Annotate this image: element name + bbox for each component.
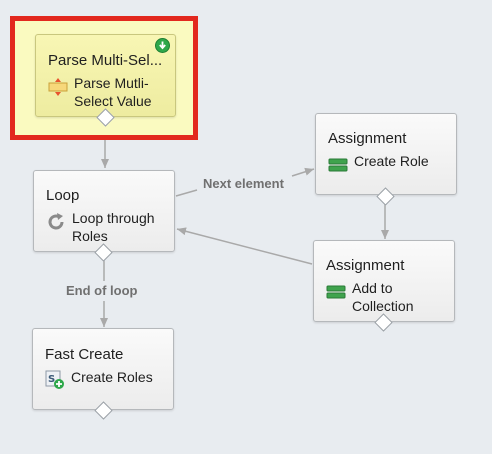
assignment-icon (328, 155, 348, 175)
node-loop[interactable]: Loop Loop through Roles (33, 170, 175, 252)
fast-create-icon: S (45, 370, 65, 390)
node-label-line1: Parse Mutli- (74, 75, 149, 91)
decision-icon (48, 77, 68, 97)
node-parse-multi-select[interactable]: Parse Multi-Sel... Parse Mutli- Select V… (35, 34, 176, 117)
start-element-icon (155, 38, 170, 53)
edge-label-end-of-loop: End of loop (66, 283, 138, 298)
node-type-label: Assignment (328, 130, 407, 147)
node-label-line1: Create Roles (71, 369, 153, 385)
node-label-line2: Roles (72, 228, 108, 244)
connector-loop-to-create-role[interactable] (175, 189, 198, 197)
node-type-label: Loop (46, 187, 80, 204)
connector-loop-to-create-role-tail[interactable] (291, 167, 315, 177)
assignment-icon (326, 282, 346, 302)
node-label-line1: Create Role (354, 153, 429, 169)
node-label-line1: Add to (352, 280, 393, 296)
node-type-label: Assignment (326, 257, 405, 274)
node-type-label: Parse Multi-Sel... (48, 52, 163, 69)
flow-canvas: Next element End of loop Parse Multi-Sel… (0, 0, 492, 454)
loop-icon (46, 212, 66, 232)
edge-label-next-element: Next element (203, 176, 284, 191)
node-assignment-create-role[interactable]: Assignment Create Role (315, 113, 457, 195)
node-label-line2: Select Value (74, 93, 152, 109)
node-fast-create[interactable]: Fast Create S Create Roles (32, 328, 174, 410)
node-assignment-add-to-collection[interactable]: Assignment Add to Collection (313, 240, 455, 322)
node-label-line1: Loop through (72, 210, 155, 226)
connector-collection-to-loop[interactable] (176, 227, 313, 265)
node-type-label: Fast Create (45, 346, 124, 363)
